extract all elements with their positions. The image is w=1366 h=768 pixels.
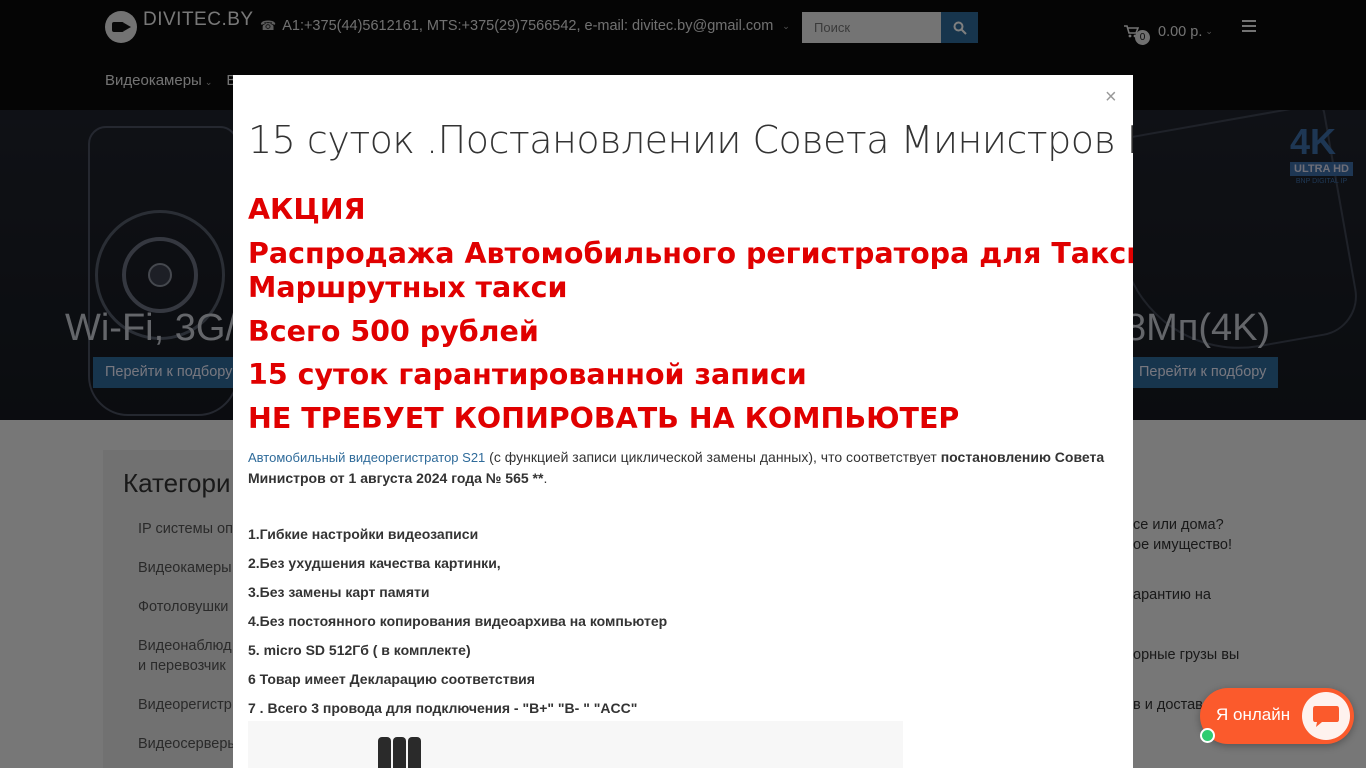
promo-modal: × 15 суток .Постановлении Совета Министр… bbox=[233, 75, 1133, 768]
feature-item: 2.Без ухудшения качества картинки, bbox=[248, 555, 501, 571]
feature-item: 5. micro SD 512Гб ( в комплекте) bbox=[248, 642, 471, 658]
chat-label: Я онлайн bbox=[1216, 705, 1291, 724]
feature-item: 4.Без постоянного копирования видеоархив… bbox=[248, 613, 668, 629]
online-status-dot bbox=[1200, 728, 1215, 743]
chat-bubble-icon bbox=[1302, 692, 1350, 740]
promo-line: Распродажа Автомобильного регистратора д… bbox=[248, 237, 1133, 270]
promo-line: Маршрутных такси bbox=[248, 271, 568, 304]
feature-item: 6 Товар имеет Декларацию соответствия bbox=[248, 671, 535, 687]
product-image bbox=[248, 721, 903, 768]
promo-heading: АКЦИЯ bbox=[248, 193, 366, 226]
modal-title: 15 суток .Постановлении Совета Министров… bbox=[248, 118, 1133, 162]
feature-item: 7 . Всего 3 провода для подключения - "B… bbox=[248, 700, 638, 716]
feature-item: 3.Без замены карт памяти bbox=[248, 584, 430, 600]
promo-line: 15 суток гарантированной записи bbox=[248, 358, 807, 391]
promo-price: Всего 500 рублей bbox=[248, 315, 539, 348]
product-link[interactable]: Автомобильный видеорегистратор S21 bbox=[248, 450, 485, 465]
feature-item: 1.Гибкие настройки видеозаписи bbox=[248, 526, 479, 542]
chat-widget-button[interactable]: Я онлайн bbox=[1200, 688, 1354, 744]
intro-paragraph: Автомобильный видеорегистратор S21 (с фу… bbox=[248, 449, 1105, 486]
close-icon[interactable]: × bbox=[1105, 87, 1117, 107]
promo-line: НЕ ТРЕБУЕТ КОПИРОВАТЬ НА КОМПЬЮТЕР bbox=[248, 402, 960, 435]
